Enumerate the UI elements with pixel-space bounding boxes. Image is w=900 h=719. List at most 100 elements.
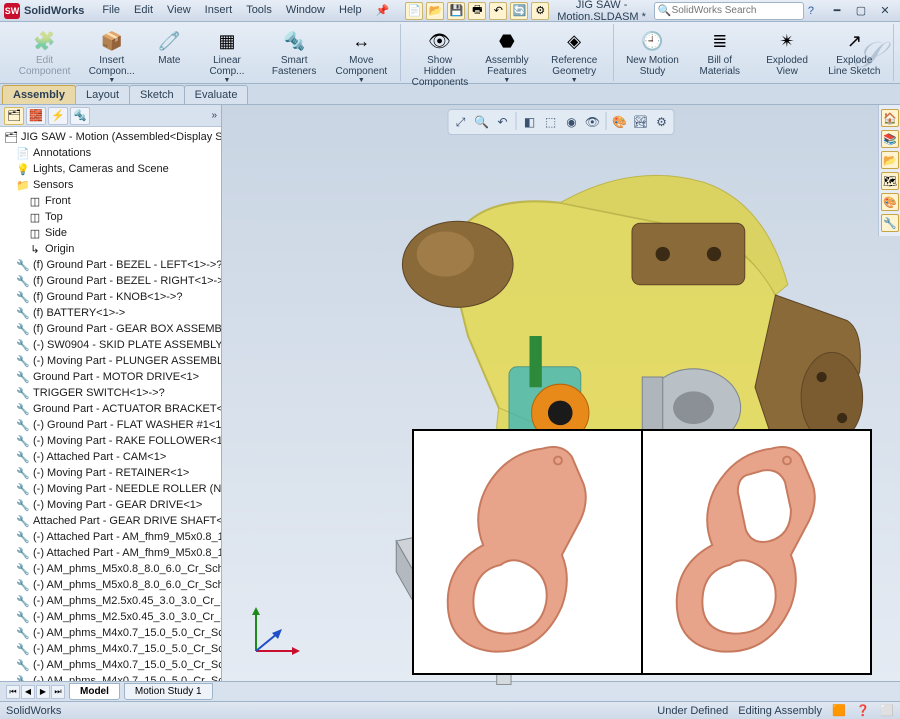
menu-edit[interactable]: Edit	[128, 2, 159, 19]
ribbon-exploded-view[interactable]: ✴Exploded View	[754, 26, 819, 80]
hide-show-button[interactable]: 👁	[583, 112, 603, 132]
feature-tree[interactable]: 🗂 JIG SAW - Motion (Assembled<Display St…	[0, 127, 221, 681]
menu-tools[interactable]: Tools	[240, 2, 278, 19]
tree-item[interactable]: 🔧Attached Part - GEAR DRIVE SHAFT<1>->?	[2, 513, 219, 529]
bottom-tab-model[interactable]: Model	[69, 683, 120, 700]
config-tab[interactable]: ⚡	[48, 107, 68, 125]
tab-last-icon[interactable]: ⏭	[51, 685, 65, 699]
tree-item[interactable]: 🔧(-) Moving Part - NEEDLE ROLLER (NIH)<1…	[2, 481, 219, 497]
tree-item[interactable]: 🔧(f) BATTERY<1>->	[2, 305, 219, 321]
ribbon-insert-compon-[interactable]: 📦Insert Compon...▼	[79, 26, 144, 87]
tree-item[interactable]: 🔧(f) Ground Part - BEZEL - LEFT<1>->?	[2, 257, 219, 273]
tree-item[interactable]: 🔧(-) AM_phms_M4x0.7_15.0_5.0_Cr_Sch_1<2>	[2, 641, 219, 657]
property-tab[interactable]: 🧱	[26, 107, 46, 125]
tree-item[interactable]: 🔧(-) AM_phms_M4x0.7_15.0_5.0_Cr_Sch_1<1>	[2, 625, 219, 641]
display-style-button[interactable]: ◉	[562, 112, 582, 132]
ribbon-move-component[interactable]: ↔Move Component▼	[329, 26, 394, 87]
tree-item[interactable]: 🔧(f) Ground Part - KNOB<1>->?	[2, 289, 219, 305]
tree-item[interactable]: 🔧(-) AM_phms_M4x0.7_15.0_5.0_Cr_Sch_1<3>	[2, 657, 219, 673]
ribbon-bill-of-materials[interactable]: ≣Bill of Materials	[687, 26, 752, 80]
tab-sketch[interactable]: Sketch	[129, 85, 185, 104]
tree-item[interactable]: 🔧Ground Part - MOTOR DRIVE<1>	[2, 369, 219, 385]
ribbon-reference-geometry[interactable]: ◈Reference Geometry▼	[542, 26, 607, 87]
new-button[interactable]: 📄	[405, 2, 423, 20]
menu-view[interactable]: View	[161, 2, 197, 19]
appearances-icon[interactable]: 🎨	[881, 193, 899, 211]
tree-item[interactable]: 🔧(-) AM_phms_M2.5x0.45_3.0_3.0_Cr_Sch_1<…	[2, 609, 219, 625]
tree-item[interactable]: 🔧(-) Ground Part - FLAT WASHER #1<1>	[2, 417, 219, 433]
tree-item[interactable]: 💡Lights, Cameras and Scene	[2, 161, 219, 177]
tree-item[interactable]: 🔧(-) Moving Part - GEAR DRIVE<1>	[2, 497, 219, 513]
tree-item[interactable]: 🔧(-) Attached Part - CAM<1>	[2, 449, 219, 465]
open-button[interactable]: 📂	[426, 2, 444, 20]
zoom-fit-button[interactable]: ⤢	[451, 112, 471, 132]
prev-view-button[interactable]: ↶	[493, 112, 513, 132]
tree-item[interactable]: 🔧(-) AM_phms_M5x0.8_8.0_6.0_Cr_Sch_1<1>	[2, 561, 219, 577]
menu-pushpin-icon[interactable]: 📌	[370, 2, 396, 19]
minimize-button[interactable]: ━	[826, 2, 848, 20]
coordinate-triad[interactable]	[248, 603, 304, 659]
options-button[interactable]: ⚙	[531, 2, 549, 20]
menu-file[interactable]: File	[96, 2, 126, 19]
tree-item[interactable]: 🔧(-) SW0904 - SKID PLATE ASSEMBLY<1> (De…	[2, 337, 219, 353]
search-box[interactable]: 🔍	[654, 2, 804, 20]
tab-assembly[interactable]: Assembly	[2, 85, 76, 104]
tree-item[interactable]: 🔧(-) Attached Part - AM_fhm9_M5x0.8_10.0…	[2, 545, 219, 561]
tree-item[interactable]: ↳Origin	[2, 241, 219, 257]
ribbon-linear-comp-[interactable]: ▦Linear Comp...▼	[194, 26, 259, 87]
print-button[interactable]: 🖶	[468, 2, 486, 20]
help-icon[interactable]: ?	[808, 5, 814, 17]
tree-item[interactable]: 🔧(f) Ground Part - BEZEL - RIGHT<1>->?	[2, 273, 219, 289]
apply-scene-button[interactable]: 🏞	[631, 112, 651, 132]
tree-item[interactable]: 🔧Ground Part - ACTUATOR BRACKET<1>->?	[2, 401, 219, 417]
tree-item[interactable]: 🔧(f) Ground Part - GEAR BOX ASSEMBLY<1> …	[2, 321, 219, 337]
feature-tree-tab[interactable]: 🗂	[4, 107, 24, 125]
tree-item[interactable]: 🔧(-) Moving Part - RETAINER<1>	[2, 465, 219, 481]
maximize-button[interactable]: ▢	[850, 2, 872, 20]
zoom-area-button[interactable]: 🔍	[472, 112, 492, 132]
custom-props-icon[interactable]: 🔧	[881, 214, 899, 232]
tab-next-icon[interactable]: ▶	[36, 685, 50, 699]
panel-expand-icon[interactable]: »	[211, 110, 217, 121]
save-button[interactable]: 💾	[447, 2, 465, 20]
close-button[interactable]: ✕	[874, 2, 896, 20]
bottom-tab-motion[interactable]: Motion Study 1	[124, 683, 213, 700]
tab-first-icon[interactable]: ⏮	[6, 685, 20, 699]
tree-item[interactable]: 🔧(-) AM_phms_M4x0.7_15.0_5.0_Cr_Sch_1<4>	[2, 673, 219, 681]
search-input[interactable]	[672, 5, 800, 16]
status-icon-2[interactable]: ❓	[856, 704, 870, 718]
tree-item[interactable]: 🔧(-) Moving Part - PLUNGER ASSEMBLY<1> (…	[2, 353, 219, 369]
menu-help[interactable]: Help	[333, 2, 368, 19]
tree-root[interactable]: 🗂 JIG SAW - Motion (Assembled<Display St…	[2, 129, 219, 145]
design-library-icon[interactable]: 📚	[881, 130, 899, 148]
section-view-button[interactable]: ◧	[520, 112, 540, 132]
tab-layout[interactable]: Layout	[75, 85, 130, 104]
tree-item[interactable]: 🔧(-) AM_phms_M2.5x0.45_3.0_3.0_Cr_Sch_1<…	[2, 593, 219, 609]
tree-item[interactable]: 🔧(-) AM_phms_M5x0.8_8.0_6.0_Cr_Sch_1<2>	[2, 577, 219, 593]
tree-item[interactable]: 📁Sensors	[2, 177, 219, 193]
edit-appearance-button[interactable]: 🎨	[610, 112, 630, 132]
status-icon-3[interactable]: ⬜	[880, 704, 894, 718]
tab-prev-icon[interactable]: ◀	[21, 685, 35, 699]
view-settings-button[interactable]: ⚙	[652, 112, 672, 132]
file-explorer-icon[interactable]: 📂	[881, 151, 899, 169]
menu-window[interactable]: Window	[280, 2, 331, 19]
menu-insert[interactable]: Insert	[199, 2, 239, 19]
tree-item[interactable]: 🔧(-) Moving Part - RAKE FOLLOWER<1>	[2, 433, 219, 449]
undo-button[interactable]: ↶	[489, 2, 507, 20]
ribbon-show-hidden-components[interactable]: 👁Show Hidden Components	[407, 26, 472, 91]
tree-item[interactable]: 🔧TRIGGER SWITCH<1>->?	[2, 385, 219, 401]
display-tab[interactable]: 🔩	[70, 107, 90, 125]
view-orientation-button[interactable]: ⬚	[541, 112, 561, 132]
ribbon-new-motion-study[interactable]: 🕘New Motion Study	[620, 26, 685, 80]
home-tab-icon[interactable]: 🏠	[881, 109, 899, 127]
tree-item[interactable]: ◫Top	[2, 209, 219, 225]
view-palette-icon[interactable]: 🗺	[881, 172, 899, 190]
tree-item[interactable]: ◫Front	[2, 193, 219, 209]
rebuild-button[interactable]: 🔄	[510, 2, 528, 20]
tree-item[interactable]: ◫Side	[2, 225, 219, 241]
ribbon-assembly-features[interactable]: ⬣Assembly Features▼	[474, 26, 539, 87]
tree-item[interactable]: 📄Annotations	[2, 145, 219, 161]
status-icon-1[interactable]: 🟧	[832, 704, 846, 718]
graphics-viewport[interactable]: ⤢ 🔍 ↶ ◧ ⬚ ◉ 👁 🎨 🏞 ⚙ 🏠 📚 📂 🗺 🎨 🔧	[222, 105, 900, 681]
